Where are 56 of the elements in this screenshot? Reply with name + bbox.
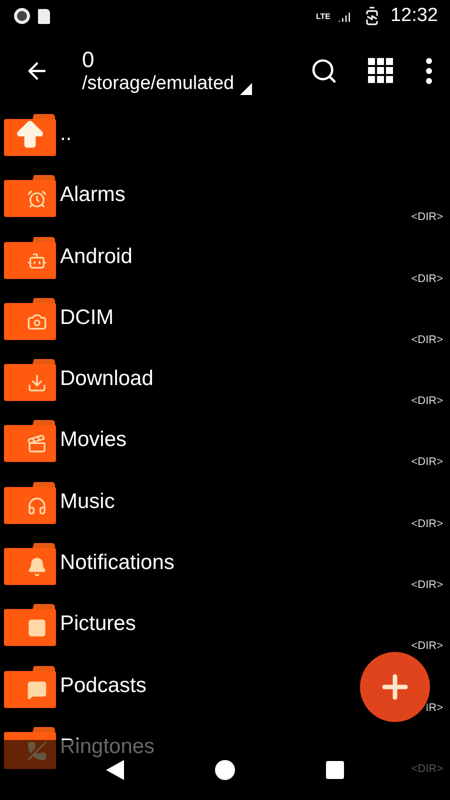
more-icon [426, 58, 432, 84]
file-type: <DIR> [411, 395, 443, 408]
file-list-item[interactable]: Ringtones <DIR> [0, 722, 450, 784]
file-name: Movies [60, 428, 127, 452]
file-type: <DIR> [411, 579, 443, 592]
file-type: <DIR> [411, 518, 443, 530]
folder-icon [4, 482, 56, 524]
file-list-item[interactable]: Pictures <DIR> [0, 600, 450, 662]
path-dropdown[interactable]: /storage/emulated [82, 73, 306, 95]
folder-icon [4, 420, 56, 462]
parent-folder-icon [4, 114, 56, 156]
file-type: <DIR> [411, 456, 443, 468]
back-nav-icon[interactable] [106, 760, 124, 780]
search-icon [310, 57, 338, 85]
file-list-item[interactable]: Music <DIR> [0, 478, 450, 540]
status-circle-icon [14, 8, 30, 24]
file-name: Podcasts [60, 674, 146, 698]
file-list-item[interactable]: .. [0, 110, 450, 172]
file-list-item[interactable]: Movies <DIR> [0, 416, 450, 478]
folder-icon [4, 175, 56, 218]
folder-icon [4, 236, 56, 279]
file-list-item[interactable]: Podcasts IR> [0, 662, 450, 723]
file-name: Download [60, 367, 154, 392]
clock-time: 12:32 [390, 5, 438, 27]
file-type: <DIR> [411, 640, 443, 652]
file-list-item[interactable]: Android <DIR> [0, 232, 450, 294]
file-list-item[interactable]: Download <DIR> [0, 355, 450, 416]
file-list-item[interactable]: Alarms <DIR> [0, 171, 450, 233]
file-name: Android [60, 244, 132, 269]
home-nav-icon[interactable] [214, 760, 235, 780]
sd-card-icon [38, 8, 50, 24]
file-name: .. [60, 122, 72, 146]
recents-nav-icon[interactable] [326, 761, 344, 779]
file-type: <DIR> [411, 272, 443, 285]
grid-icon [368, 58, 394, 84]
file-type: <DIR> [411, 334, 443, 346]
folder-icon [4, 666, 56, 708]
network-type: LTE [316, 12, 330, 20]
file-list-item[interactable]: Notifications <DIR> [0, 539, 450, 600]
file-name: Pictures [60, 612, 136, 636]
dropdown-triangle-icon [240, 83, 252, 95]
folder-icon [4, 298, 56, 340]
folder-title: 0 [82, 47, 96, 73]
folder-icon [4, 604, 56, 646]
file-type: IR> [426, 702, 443, 714]
file-name: DCIM [60, 306, 114, 330]
file-name: Music [60, 490, 115, 514]
folder-icon [4, 359, 56, 402]
file-type: <DIR> [411, 211, 443, 224]
file-name: Ringtones [60, 734, 155, 759]
folder-icon [4, 543, 56, 586]
file-type: <DIR> [411, 762, 443, 775]
file-name: Alarms [60, 183, 126, 208]
file-name: Notifications [60, 551, 174, 576]
folder-icon [4, 726, 56, 769]
file-list-item[interactable]: DCIM <DIR> [0, 294, 450, 356]
